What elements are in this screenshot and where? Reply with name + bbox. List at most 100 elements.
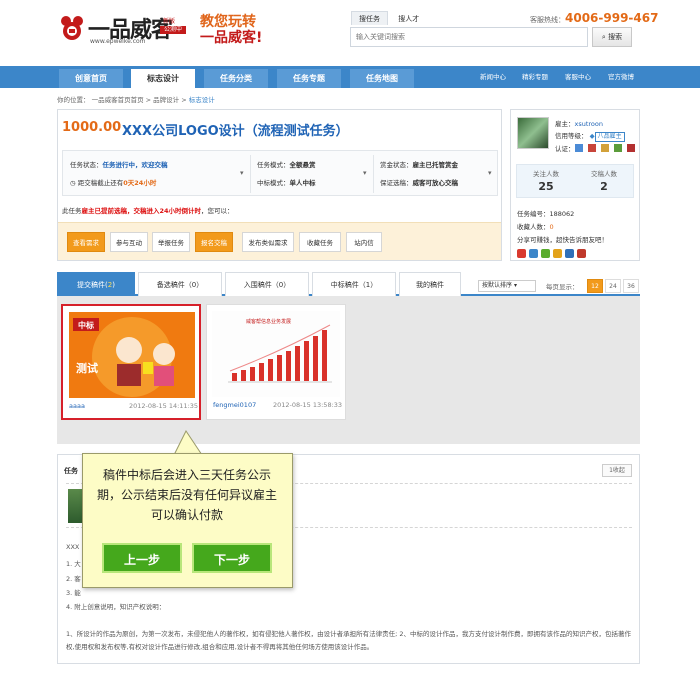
avatar[interactable] [517,117,549,149]
search-button[interactable]: ⌕ 搜索 [592,27,632,47]
entry-user[interactable]: aaaa [69,402,85,410]
guarantee: 保证选稿：威客可放心交稿 [380,177,458,187]
task-title: XXX公司LOGO设计（流程测试任务） [122,124,349,139]
divider [373,155,374,193]
thumb-test-label: 测试 [76,361,98,375]
guide-tooltip-text: 稿件中标后会进入三天任务公示期，公示结束后没有任何异议雇主可以确认付款 [97,468,278,522]
slogan-line2: 一品威客! [200,30,263,46]
nav-logo-design[interactable]: 标志设计 [131,69,195,88]
followers-count: 25 [538,180,554,193]
collapse-button[interactable]: 1收起 [602,464,632,477]
detail-terms: 1、所设计的作品为原创，为第一次发布，未侵犯他人的著作权，如有侵犯他人著作权，由… [66,630,632,651]
publish-similar-button[interactable]: 发布类似需求 [242,232,294,252]
task-status-label: 任务状态： [70,161,103,169]
bounty-status: 赏金状态：雇主已托管赏金 [380,159,458,169]
per-page-24[interactable]: 24 [605,279,621,293]
divider [250,155,251,193]
employer-cert-label: 认证： [555,145,575,153]
submit-entry-button[interactable]: 报名交稿 [195,232,233,252]
bid-mode-label: 中标模式： [257,179,290,187]
qq-share-icon[interactable] [529,249,538,258]
per-page-36[interactable]: 36 [623,279,639,293]
task-number-value: 188062 [549,210,575,218]
favorites: 收藏人数：0 [517,221,554,231]
breadcrumb: 你的位置： 一品威客首页首页 > 品牌设计 > 标志设计 [57,96,215,104]
guarantee-value: 威客可放心交稿 [412,179,459,187]
search-input[interactable] [350,27,588,47]
chevron-down-icon[interactable]: ▾ [240,169,244,177]
employer-name-link[interactable]: xsutroon [575,120,604,128]
company-cert-icon [627,144,635,152]
employer-name-label: 雇主： [555,120,575,128]
nav-service-center[interactable]: 客服中心 [565,71,591,81]
nav-creative-home[interactable]: 创意首页 [59,69,123,88]
detail-thumbnail [68,489,82,523]
report-task-button[interactable]: 举报任务 [152,232,190,252]
tab-winning[interactable]: 中标稿件（1） [312,272,396,296]
chevron-down-icon[interactable]: ▾ [363,169,367,177]
detail-line: 4. 附上创意说明，知识产权说明： [66,603,166,611]
per-page-12[interactable]: 12 [587,279,603,293]
followers-label: 关注人数 [533,170,559,178]
favorites-label: 收藏人数： [517,223,550,231]
nav-task-category[interactable]: 任务分类 [204,69,268,88]
employer-credit: 信用等级： ◆ 八品雇主 [555,130,625,142]
search-tab-task[interactable]: 搜任务 [351,11,388,25]
message-button[interactable]: 站内信 [346,232,382,252]
notice-suffix: ，您可以： [201,207,234,215]
task-deadline: ◷ 距交稿截止还有0天24小时 [70,177,156,187]
logo-url: www.epweike.com [90,38,146,45]
favorite-task-button[interactable]: 收藏任务 [299,232,341,252]
sort-select[interactable]: 按默认排序 ▾ [478,280,536,292]
renren-share-icon[interactable] [541,249,550,258]
douban-share-icon[interactable] [565,249,574,258]
share-text: 分享可赚钱，超快告诉朋友吧！ [517,236,608,244]
weibo-share-icon[interactable] [517,249,526,258]
search-tab-talent[interactable]: 搜人才 [390,12,427,26]
prev-step-button[interactable]: 上一步 [102,543,182,573]
breadcrumb-brand-design[interactable]: 品牌设计 [153,96,179,104]
breadcrumb-logo-design[interactable]: 标志设计 [189,96,215,104]
bank-cert-icon [601,144,609,152]
hotline: 客服热线：4006-999-467 [530,11,658,25]
nav-task-map[interactable]: 任务地图 [350,69,414,88]
notice-highlight: 雇主已提前选稿，交稿进入24小时倒计时 [81,207,202,215]
clock-icon: ◷ [70,179,76,187]
slogan[interactable]: 教您玩转 一品威客! [200,14,262,46]
per-page-label: 每页显示： [546,283,579,291]
kaixin-share-icon[interactable] [553,249,562,258]
detail-line: 2. 客 [66,575,81,583]
submitters-count: 2 [600,180,608,193]
guarantee-label: 保证选稿： [380,179,413,187]
tab-my-entries[interactable]: 我的稿件 [399,272,461,296]
task-status-value: 任务进行中，欢迎交稿 [102,161,168,169]
tab-shortlisted[interactable]: 入围稿件（0） [225,272,309,296]
task-detail-title: 任务 [64,467,78,475]
entry-card[interactable]: 威客帮信息业务发展 fengmei0107 2012-08-15 13:58:3… [206,304,346,420]
detail-line: 1. 大 [66,560,81,568]
nav-special-topics[interactable]: 精彩专题 [522,71,548,81]
entry-thumbnail[interactable]: 威客帮信息业务发展 [212,311,340,397]
tab-candidate[interactable]: 备选稿件（0） [138,272,222,296]
task-notice: 此任务雇主已提前选稿，交稿进入24小时倒计时，您可以： [62,205,234,215]
entry-card[interactable]: 中标 测试 aaaa 2012-08-15 14:11:35 [61,304,201,420]
realname-cert-icon [575,144,583,152]
breadcrumb-home[interactable]: 一品威客首页首页 [92,96,144,104]
detail-line: XXX [66,543,80,551]
search-icon: ⌕ [601,33,606,41]
entry-user[interactable]: fengmei0107 [213,401,256,409]
tab-submitted[interactable]: 提交稿件(2) [57,272,135,296]
next-step-button[interactable]: 下一步 [192,543,272,573]
main-nav: 创意首页 标志设计 任务分类 任务专题 任务地图 新闻中心 精彩专题 客服中心 … [0,66,700,88]
tencent-share-icon[interactable] [577,249,586,258]
hotline-number: 4006-999-467 [565,11,659,25]
chevron-down-icon[interactable]: ▾ [488,169,492,177]
nav-task-topic[interactable]: 任务专题 [277,69,341,88]
nav-official-weibo[interactable]: 官方微博 [608,71,634,81]
view-requirement-button[interactable]: 查看需求 [67,232,105,252]
interact-button[interactable]: 参与互动 [110,232,148,252]
favorites-count: 0 [549,223,554,231]
entry-thumbnail[interactable]: 中标 测试 [69,312,195,398]
entry-time: 2012-08-15 14:11:35 [129,402,199,410]
nav-news-center[interactable]: 新闻中心 [480,71,506,81]
